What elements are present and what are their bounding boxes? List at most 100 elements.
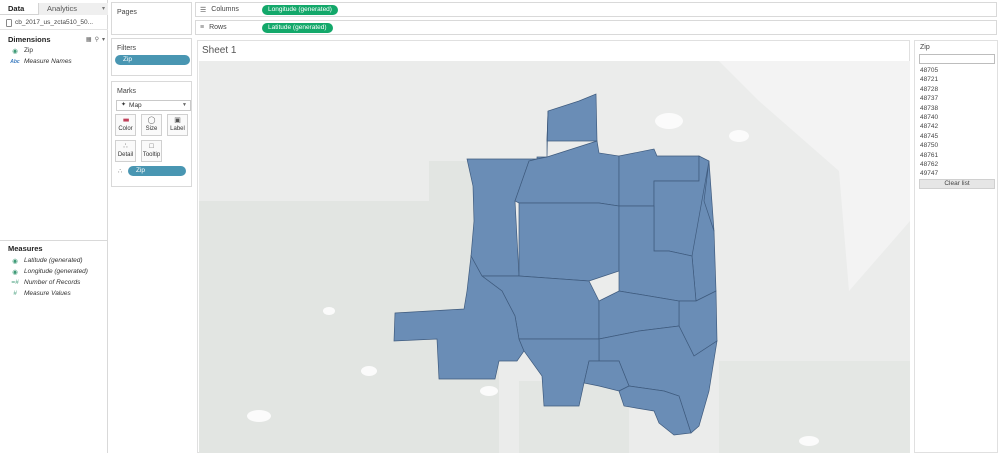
detail-icon: ∴ [123, 143, 128, 150]
globe-icon: ◉ [12, 268, 18, 276]
tooltip-label: Tooltip [142, 152, 161, 158]
label-icon: ▣ [174, 117, 181, 124]
clear-list-button[interactable]: Clear list [919, 179, 995, 189]
divider [0, 240, 108, 241]
globe-icon: ◉ [12, 257, 18, 265]
list-item[interactable]: 48742 [920, 122, 994, 131]
forest-area [199, 161, 499, 453]
zip-filter-card: Zip 48705 48721 48728 48737 48738 48740 … [914, 40, 998, 453]
tooltip-icon: □ [149, 143, 154, 150]
filter-pill-zip[interactable]: Zip [115, 55, 190, 65]
list-item[interactable]: 48740 [920, 113, 994, 122]
data-pane: Data Analytics ▾ cb_2017_us_zcta510_50..… [0, 0, 108, 453]
filters-card[interactable]: Filters Zip [111, 38, 192, 76]
columns-label-wrap: ☰ Columns [196, 6, 262, 14]
list-item[interactable]: 48750 [920, 141, 994, 150]
lake [247, 410, 271, 422]
rows-label-wrap: ≡ Rows [196, 24, 262, 31]
globe-icon: ◉ [12, 47, 18, 55]
list-item[interactable]: 49747 [920, 169, 994, 178]
list-item[interactable]: 48745 [920, 132, 994, 141]
zip-list: 48705 48721 48728 48737 48738 48740 4874… [920, 66, 994, 179]
field-label: Zip [24, 47, 34, 54]
size-icon: ◯ [147, 117, 156, 124]
field-zip[interactable]: ◉ Zip [0, 45, 108, 56]
columns-label: Columns [211, 6, 239, 13]
grid-view-icon[interactable]: ▦ [86, 36, 92, 43]
tab-analytics[interactable]: Analytics ▾ [38, 3, 108, 15]
database-icon [6, 18, 12, 27]
map-icon: ✦ [121, 102, 127, 108]
datasource-item[interactable]: cb_2017_us_zcta510_50... [0, 16, 108, 30]
rows-icon: ≡ [200, 24, 205, 31]
measures-title: Measures [8, 243, 43, 253]
list-item[interactable]: 48728 [920, 85, 994, 94]
sheet-title: Sheet 1 [202, 45, 237, 56]
rows-pill-latitude[interactable]: Latitude (generated) [262, 22, 333, 33]
zip-filter-title: Zip [920, 44, 930, 51]
field-longitude[interactable]: ◉ Longitude (generated) [0, 266, 108, 277]
detail-label: Detail [117, 152, 134, 158]
list-item[interactable]: 48738 [920, 104, 994, 113]
filters-title: Filters [117, 45, 137, 52]
hash-icon: # [13, 290, 17, 297]
label-label: Label [170, 126, 185, 132]
list-item[interactable]: 48721 [920, 75, 994, 84]
columns-pill-longitude[interactable]: Longitude (generated) [262, 4, 338, 15]
size-label: Size [145, 126, 158, 132]
collapse-icon[interactable]: ▾ [102, 3, 105, 15]
tab-data[interactable]: Data [0, 3, 38, 15]
detail-icon: ∴ [118, 168, 123, 175]
mark-type-select[interactable]: ✦ Map ▼ [116, 100, 191, 111]
abc-icon: Abc [10, 58, 20, 65]
tab-analytics-label: Analytics [47, 4, 78, 13]
pages-title: Pages [117, 9, 137, 16]
pages-card[interactable]: Pages [111, 2, 192, 35]
list-item[interactable]: 48762 [920, 160, 994, 169]
columns-icon: ☰ [200, 6, 207, 14]
field-measure-values[interactable]: # Measure Values [0, 288, 108, 299]
zip-region[interactable] [518, 202, 620, 282]
dimensions-title: Dimensions [8, 34, 51, 44]
color-label: Color [118, 126, 133, 132]
map-view[interactable] [199, 61, 910, 453]
color-icon: ■■ [122, 118, 129, 124]
search-icon[interactable]: ⚲ [95, 36, 99, 43]
detail-button[interactable]: ∴ Detail [115, 140, 136, 162]
size-button[interactable]: ◯ Size [141, 114, 162, 136]
list-item[interactable]: 48761 [920, 151, 994, 160]
rows-shelf[interactable]: ≡ Rows Latitude (generated) [195, 20, 997, 35]
lake [480, 386, 498, 396]
chevron-down-icon: ▼ [182, 102, 187, 108]
lake [729, 130, 749, 142]
label-button[interactable]: ▣ Label [167, 114, 188, 136]
field-latitude[interactable]: ◉ Latitude (generated) [0, 255, 108, 266]
color-button[interactable]: ■■ Color [115, 114, 136, 136]
columns-shelf[interactable]: ☰ Columns Longitude (generated) [195, 2, 997, 17]
dimensions-header: Dimensions ▦ ⚲ ▾ [0, 34, 108, 44]
measures-header: Measures [0, 243, 108, 253]
lake [361, 366, 377, 376]
list-item[interactable]: 48705 [920, 66, 994, 75]
field-label: Longitude (generated) [24, 268, 88, 275]
list-item[interactable]: 48737 [920, 94, 994, 103]
cards-column: Pages Filters Zip Marks ✦ Map ▼ ■■ Color… [110, 0, 192, 453]
marks-pill-zip[interactable]: Zip [128, 166, 186, 176]
pane-tabs: Data Analytics ▾ [0, 3, 108, 15]
chevron-down-icon[interactable]: ▾ [102, 36, 105, 43]
marks-title: Marks [117, 88, 137, 95]
tooltip-button[interactable]: □ Tooltip [141, 140, 162, 162]
field-number-of-records[interactable]: =# Number of Records [0, 277, 108, 288]
mark-type-value: Map [129, 102, 142, 109]
rows-label: Rows [209, 24, 227, 31]
lake [655, 113, 683, 129]
zip-search-input[interactable] [919, 54, 995, 64]
lake [323, 307, 335, 315]
field-label: Measure Values [24, 290, 71, 297]
datasource-label: cb_2017_us_zcta510_50... [15, 19, 94, 26]
field-label: Number of Records [24, 279, 81, 286]
viz-area: Sheet 1 [197, 40, 910, 453]
field-label: Latitude (generated) [24, 257, 83, 264]
field-measure-names[interactable]: Abc Measure Names [0, 56, 108, 67]
hash-icon: =# [11, 279, 19, 286]
